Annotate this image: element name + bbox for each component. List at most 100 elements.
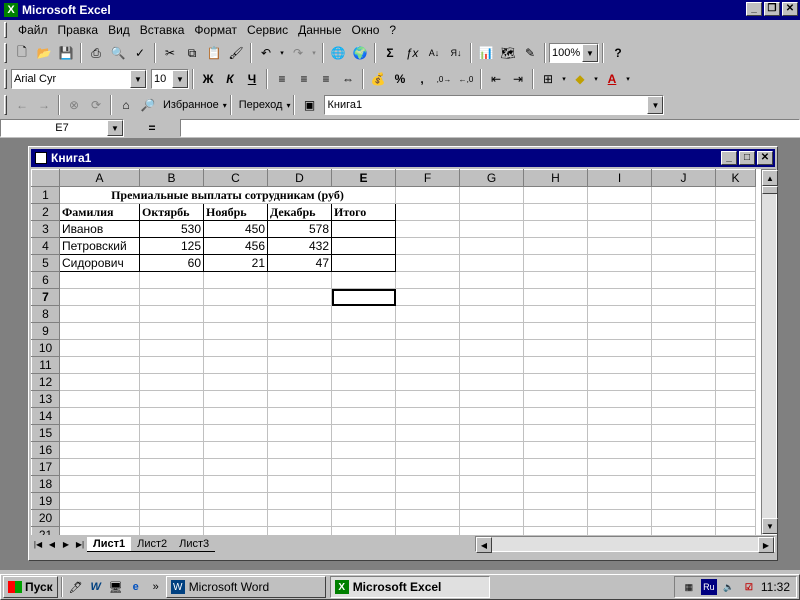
chevron-down-icon[interactable]: ▼ (582, 44, 598, 62)
cell[interactable] (523, 203, 588, 221)
cell[interactable] (651, 203, 716, 221)
increase-indent-icon[interactable]: ⇥ (507, 68, 529, 90)
cell[interactable] (395, 237, 460, 255)
cell[interactable] (59, 526, 140, 535)
cell[interactable] (59, 322, 140, 340)
cell[interactable] (523, 424, 588, 442)
row-header[interactable]: 18 (31, 475, 60, 493)
active-cell[interactable] (331, 288, 396, 306)
cell[interactable] (395, 305, 460, 323)
cell[interactable] (59, 288, 140, 306)
row-header[interactable]: 11 (31, 356, 60, 374)
prev-sheet-icon[interactable]: ◀ (45, 537, 59, 551)
refresh-icon[interactable]: ⟳ (85, 94, 107, 116)
cell[interactable] (715, 526, 756, 535)
select-all-corner[interactable] (31, 169, 60, 187)
quicklaunch-more-icon[interactable]: » (146, 577, 166, 597)
percent-icon[interactable]: % (389, 68, 411, 90)
cell[interactable] (59, 339, 140, 357)
cell[interactable] (395, 526, 460, 535)
back-icon[interactable]: ← (11, 94, 33, 116)
chevron-down-icon[interactable]: ▾ (286, 101, 290, 110)
cell[interactable] (523, 458, 588, 476)
cell[interactable] (395, 424, 460, 442)
autosum-icon[interactable]: Σ (379, 42, 401, 64)
cell[interactable] (331, 271, 396, 289)
align-left-icon[interactable]: ≡ (271, 68, 293, 90)
cell[interactable] (267, 356, 332, 374)
cell[interactable] (523, 492, 588, 510)
cell[interactable] (651, 509, 716, 527)
toolbar-grip[interactable] (4, 95, 7, 115)
sort-ascending-icon[interactable]: A↓ (423, 42, 445, 64)
cell[interactable] (715, 441, 756, 459)
cell[interactable] (587, 492, 652, 510)
cell[interactable] (651, 220, 716, 238)
search-web-icon[interactable]: 🔎 (137, 94, 159, 116)
cell[interactable] (395, 390, 460, 408)
tray-check-icon[interactable]: ☑ (741, 579, 757, 595)
volume-icon[interactable]: 🔈 (721, 579, 737, 595)
undo-dropdown-icon[interactable]: ▾ (277, 42, 287, 64)
cell[interactable] (587, 509, 652, 527)
menu-edit[interactable]: Правка (53, 23, 104, 37)
cell[interactable] (715, 509, 756, 527)
cell[interactable] (651, 305, 716, 323)
row-header[interactable]: 13 (31, 390, 60, 408)
cell[interactable] (59, 271, 140, 289)
row-header[interactable]: 15 (31, 424, 60, 442)
cell[interactable] (59, 407, 140, 425)
cell[interactable] (59, 492, 140, 510)
formula-input[interactable] (180, 119, 800, 137)
chevron-down-icon[interactable]: ▼ (647, 96, 664, 114)
cell[interactable] (715, 322, 756, 340)
cell[interactable] (267, 526, 332, 535)
cell[interactable] (459, 254, 524, 272)
data-cell[interactable]: 450 (203, 220, 268, 238)
header-cell[interactable]: Ноябрь (203, 203, 268, 221)
cell[interactable] (139, 322, 204, 340)
cell[interactable] (395, 373, 460, 391)
menu-insert[interactable]: Вставка (135, 23, 190, 37)
column-header[interactable]: I (587, 169, 652, 187)
cell[interactable] (139, 509, 204, 527)
cell[interactable] (395, 441, 460, 459)
cell[interactable] (395, 339, 460, 357)
cell[interactable] (587, 271, 652, 289)
cell[interactable] (587, 390, 652, 408)
cell[interactable] (203, 475, 268, 493)
cell[interactable] (651, 492, 716, 510)
start-button[interactable]: Пуск (3, 576, 58, 598)
cell[interactable] (523, 475, 588, 493)
cell[interactable] (203, 526, 268, 535)
forward-icon[interactable]: → (33, 94, 55, 116)
new-file-icon[interactable]: 🗋 (11, 42, 33, 64)
cell[interactable] (139, 305, 204, 323)
cell[interactable] (331, 526, 396, 535)
cell[interactable] (523, 271, 588, 289)
cell[interactable] (267, 407, 332, 425)
toolbar-grip[interactable] (4, 69, 7, 89)
cell[interactable] (587, 407, 652, 425)
cell[interactable] (715, 186, 756, 204)
cell[interactable] (331, 424, 396, 442)
scroll-down-icon[interactable]: ▼ (762, 518, 778, 534)
column-header[interactable]: H (523, 169, 588, 187)
cell[interactable] (267, 322, 332, 340)
row-header[interactable]: 16 (31, 441, 60, 459)
cell[interactable] (459, 509, 524, 527)
row-header[interactable]: 21 (31, 526, 60, 535)
cell[interactable] (459, 220, 524, 238)
cell[interactable] (459, 441, 524, 459)
header-cell[interactable]: Декабрь (267, 203, 332, 221)
first-sheet-icon[interactable]: |◀ (31, 537, 45, 551)
row-header[interactable]: 4 (31, 237, 60, 255)
cell[interactable] (139, 407, 204, 425)
office-assistant-icon[interactable]: ? (607, 42, 629, 64)
cell[interactable] (459, 288, 524, 306)
cell[interactable] (651, 526, 716, 535)
cell[interactable] (459, 271, 524, 289)
row-header[interactable]: 8 (31, 305, 60, 323)
cell[interactable] (587, 373, 652, 391)
decrease-decimal-icon[interactable]: ←,0 (455, 68, 477, 90)
